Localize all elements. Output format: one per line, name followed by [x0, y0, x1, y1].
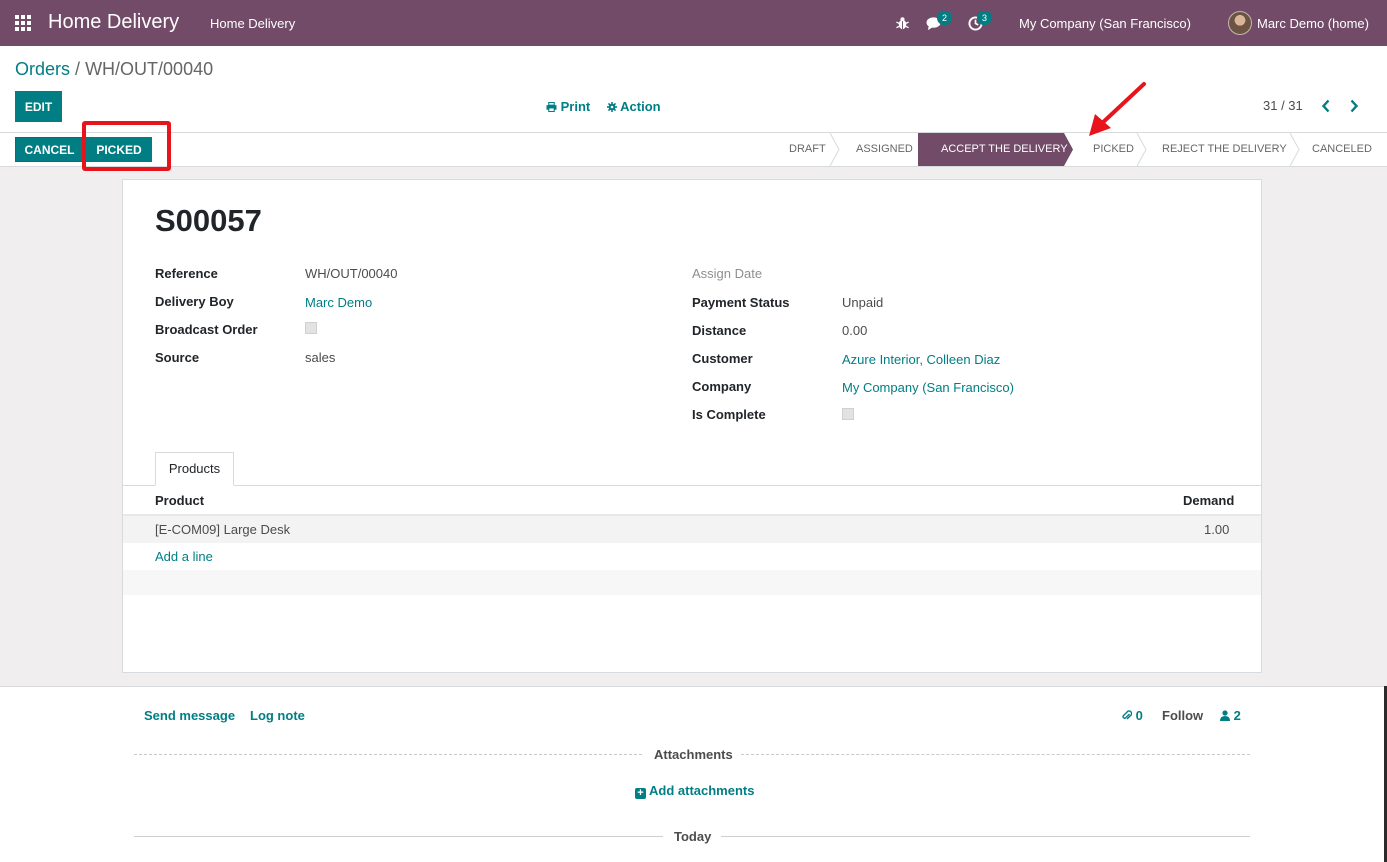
print-label: Print [560, 99, 591, 114]
status-bar: CANCEL PICKED DRAFT ASSIGNED ACCEPT THE … [0, 133, 1387, 167]
payment-status-value: Unpaid [842, 295, 884, 310]
company-switcher[interactable]: My Company (San Francisco) [1019, 16, 1191, 31]
breadcrumb: Orders / WH/OUT/00040 [15, 59, 213, 80]
source-value: sales [305, 350, 336, 365]
distance-value: 0.00 [842, 323, 868, 338]
log-note-button[interactable]: Log note [250, 708, 305, 723]
assign-date-label: Assign Date [692, 266, 763, 281]
user-menu[interactable]: Marc Demo (home) [1257, 16, 1369, 31]
company-label: Company [692, 379, 752, 394]
divider-line [741, 754, 1250, 755]
followers-count: 2 [1233, 708, 1241, 723]
print-dropdown[interactable]: Print [546, 99, 590, 114]
user-icon [1220, 710, 1230, 721]
pager-next-icon[interactable] [1349, 99, 1359, 113]
tab-divider [123, 485, 1261, 486]
reference-value: WH/OUT/00040 [305, 266, 398, 281]
chatter: Send message Log note 0 Follow 2 Attachm… [0, 686, 1387, 862]
payment-status-label: Payment Status [692, 295, 790, 310]
send-message-button[interactable]: Send message [144, 708, 235, 723]
customer-link[interactable]: Azure Interior, Colleen Diaz [842, 352, 1000, 367]
reference-label: Reference [155, 266, 218, 281]
action-label: Action [620, 99, 661, 114]
stage-chevron [829, 133, 840, 166]
table-row-add: Add a line [123, 543, 1261, 570]
table-row[interactable]: [E-COM09] Large Desk 1.00 [123, 516, 1261, 543]
today-separator: Today [674, 829, 712, 844]
source-label: Source [155, 350, 200, 365]
menu-home-delivery[interactable]: Home Delivery [210, 16, 295, 31]
is-complete-checkbox[interactable] [842, 408, 854, 420]
stage-reject-the-delivery[interactable]: REJECT THE DELIVERY [1162, 133, 1287, 166]
pager-previous-icon[interactable] [1321, 99, 1331, 113]
breadcrumb-current: WH/OUT/00040 [85, 59, 214, 79]
messages-badge: 2 [937, 11, 952, 25]
row-demand: 1.00 [1204, 522, 1230, 537]
row-product: [E-COM09] Large Desk [155, 522, 291, 537]
broadcast-order-label: Broadcast Order [155, 322, 258, 337]
user-avatar[interactable] [1228, 11, 1252, 35]
divider-line [721, 836, 1250, 837]
distance-label: Distance [692, 323, 747, 338]
stage-canceled[interactable]: CANCELED [1312, 133, 1372, 166]
delivery-boy-label: Delivery Boy [155, 294, 234, 309]
print-icon [546, 101, 557, 113]
stage-draft[interactable]: DRAFT [789, 133, 826, 166]
add-attachments-label: Add attachments [649, 783, 755, 798]
stage-chevron [1289, 133, 1300, 166]
follow-button[interactable]: Follow [1162, 708, 1203, 723]
customer-label: Customer [692, 351, 753, 366]
action-dropdown[interactable]: Action [607, 99, 661, 114]
column-header-demand[interactable]: Demand [1183, 493, 1234, 508]
divider-line [134, 754, 642, 755]
is-complete-label: Is Complete [692, 407, 766, 422]
activities-badge: 3 [977, 11, 992, 25]
pager-value[interactable]: 31 / 31 [1263, 98, 1303, 113]
stage-accept-the-delivery[interactable]: ACCEPT THE DELIVERY [941, 133, 1068, 166]
app-brand[interactable]: Home Delivery [48, 11, 179, 34]
attachments-counter[interactable]: 0 [1122, 708, 1143, 723]
followers-button[interactable]: 2 [1220, 708, 1241, 723]
breadcrumb-orders-link[interactable]: Orders [15, 59, 70, 79]
tab-products[interactable]: Products [155, 452, 234, 486]
stage-chevron [1136, 133, 1147, 166]
add-a-line-link[interactable]: Add a line [155, 549, 213, 564]
picked-button[interactable]: PICKED [86, 137, 152, 162]
breadcrumb-separator: / [75, 59, 81, 79]
stage-picked[interactable]: PICKED [1093, 133, 1134, 166]
attachments-title: Attachments [654, 747, 733, 762]
delivery-boy-link[interactable]: Marc Demo [305, 295, 372, 310]
table-row-empty [123, 570, 1261, 595]
edit-button[interactable]: EDIT [15, 91, 62, 122]
add-attachments-button[interactable]: + Add attachments [635, 783, 754, 799]
broadcast-order-checkbox[interactable] [305, 322, 317, 334]
control-panel: Orders / WH/OUT/00040 EDIT Print Action … [0, 46, 1387, 133]
record-title: S00057 [155, 203, 262, 238]
top-navbar: Home Delivery Home Delivery 2 3 My Compa… [0, 0, 1387, 46]
apps-menu-icon[interactable] [15, 15, 31, 31]
column-header-product[interactable]: Product [155, 493, 204, 508]
company-link[interactable]: My Company (San Francisco) [842, 380, 1014, 395]
form-sheet: S00057 Reference WH/OUT/00040 Delivery B… [122, 179, 1262, 673]
attachments-count: 0 [1135, 708, 1143, 723]
stage-assigned[interactable]: ASSIGNED [856, 133, 913, 166]
cancel-button[interactable]: CANCEL [15, 137, 84, 162]
gear-icon [607, 102, 617, 112]
paperclip-icon [1122, 710, 1133, 720]
bug-icon[interactable] [895, 15, 910, 31]
divider-line [134, 836, 663, 837]
plus-square-icon: + [635, 788, 646, 799]
